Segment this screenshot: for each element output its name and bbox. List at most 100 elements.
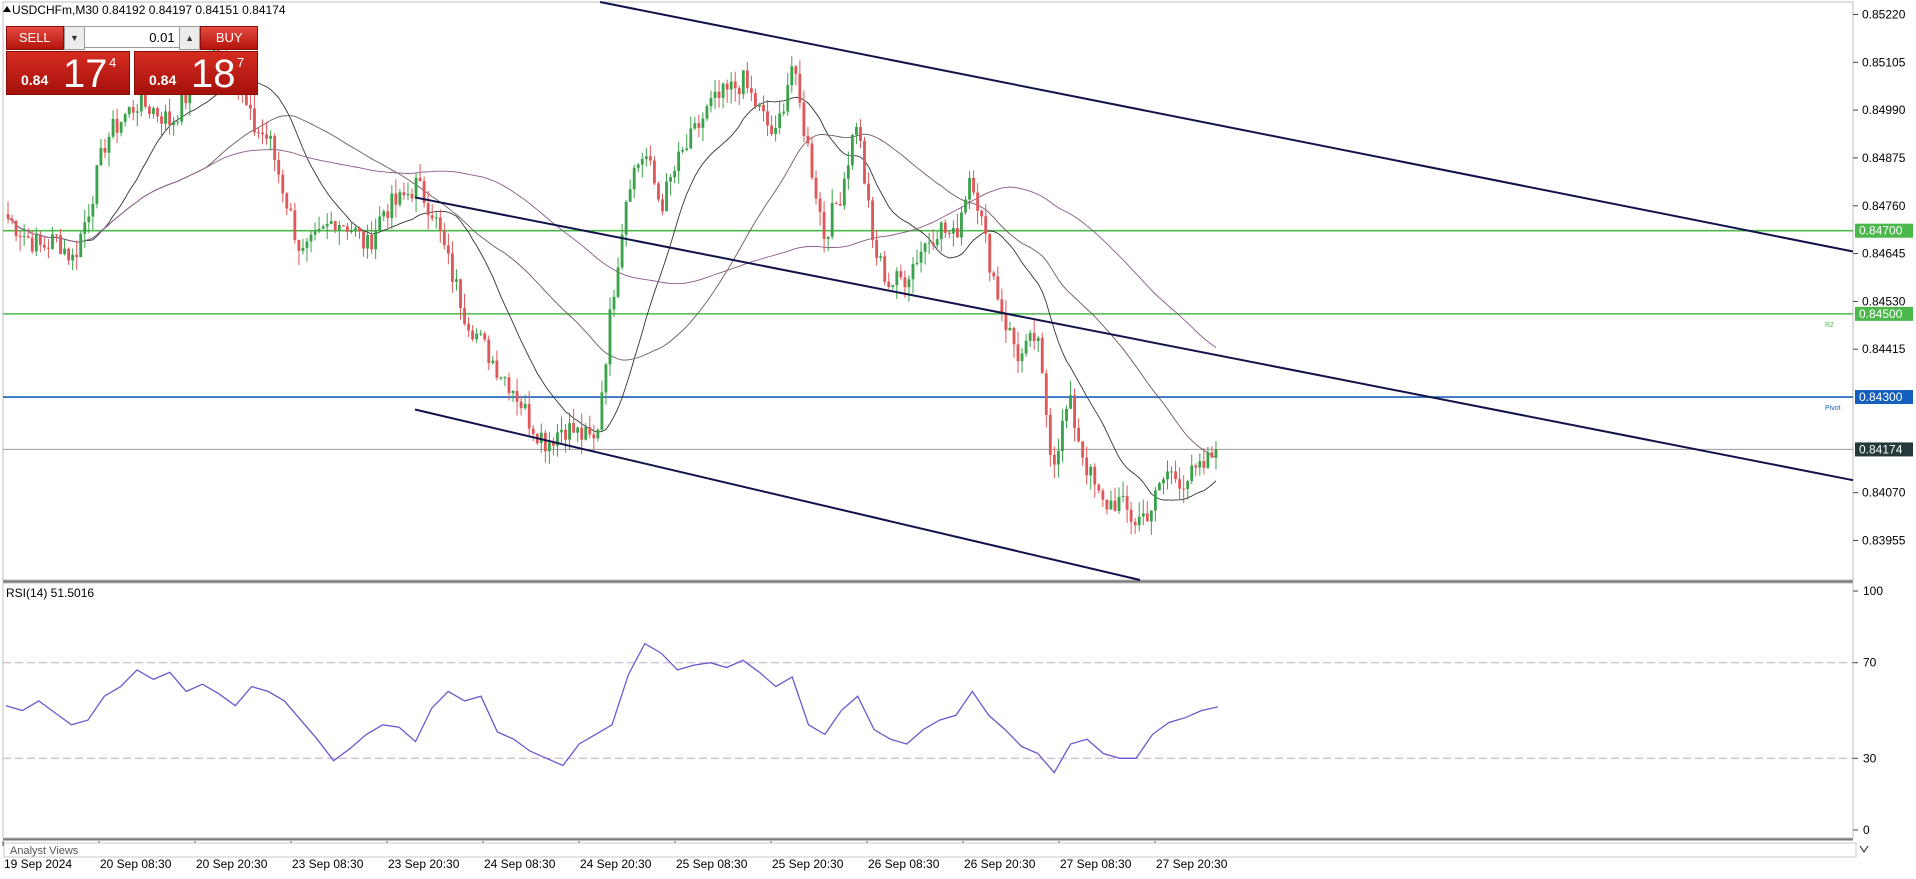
lot-increase-button[interactable]: ▲ bbox=[178, 26, 201, 50]
candle-bull bbox=[325, 224, 329, 227]
candle-bull bbox=[721, 83, 725, 98]
candle-bull bbox=[1153, 490, 1157, 511]
sell-price-fraction: 4 bbox=[109, 55, 117, 70]
candle-bear bbox=[281, 174, 285, 194]
candle-bear bbox=[333, 221, 337, 231]
candle-bear bbox=[1101, 490, 1105, 500]
candle-bull bbox=[729, 81, 733, 90]
candle-bull bbox=[935, 239, 939, 246]
rsi-label: RSI(14) 51.5016 bbox=[6, 586, 94, 600]
candle-bear bbox=[1044, 373, 1048, 415]
candle-bull bbox=[693, 123, 697, 129]
chart-canvas[interactable]: R2 Pivot 0.85220 0.85105 0.84990 0.84875 0.84… bbox=[0, 0, 1916, 874]
candle-bull bbox=[879, 256, 883, 258]
candle-bull bbox=[1158, 483, 1161, 491]
candle-bear bbox=[1174, 471, 1177, 480]
candle-bear bbox=[103, 147, 107, 153]
candle-bear bbox=[467, 323, 470, 331]
candle-bull bbox=[91, 203, 95, 217]
candle-bull bbox=[414, 177, 418, 199]
candle-bear bbox=[1012, 327, 1016, 345]
candle-bull bbox=[71, 254, 75, 261]
candle-bull bbox=[172, 122, 176, 126]
candle-bear bbox=[471, 330, 475, 340]
candle-bull bbox=[1162, 479, 1165, 484]
candle-bull bbox=[939, 222, 943, 240]
current-price-label: 0.84174 bbox=[1859, 442, 1903, 456]
candle-bull bbox=[176, 121, 180, 123]
candle-bear bbox=[867, 183, 870, 201]
candle-bear bbox=[1081, 441, 1085, 458]
candle-bull bbox=[1137, 516, 1141, 526]
candle-bear bbox=[653, 160, 656, 184]
candle-bull bbox=[1036, 337, 1040, 342]
candle-bull bbox=[624, 201, 628, 235]
candle-bear bbox=[802, 102, 806, 136]
candle-bear bbox=[10, 218, 14, 221]
analyst-views-tab[interactable]: Analyst Views bbox=[10, 845, 79, 857]
candle-bear bbox=[293, 210, 297, 240]
candle-bull bbox=[434, 217, 438, 219]
buy-button[interactable]: BUY bbox=[200, 26, 258, 50]
sell-price-button[interactable]: 0.84 17 4 bbox=[6, 51, 130, 96]
candle-bull bbox=[34, 234, 38, 252]
candle-bull bbox=[22, 236, 26, 238]
candle-bull bbox=[669, 177, 672, 182]
candle-bull bbox=[1149, 510, 1153, 522]
candle-bull bbox=[628, 189, 632, 202]
time-tick-label: 25 Sep 08:30 bbox=[676, 857, 748, 871]
level-price-label: 0.84300 bbox=[1859, 390, 1903, 404]
candle-bull bbox=[915, 262, 919, 265]
candle-bear bbox=[661, 199, 664, 212]
sell-button[interactable]: SELL bbox=[6, 26, 64, 50]
sell-price-pips: 17 bbox=[63, 52, 108, 96]
level-tag-label: R2 bbox=[1825, 322, 1834, 329]
candle-bear bbox=[148, 106, 151, 114]
candle-bull bbox=[778, 113, 782, 128]
candle-bear bbox=[527, 404, 531, 429]
lot-size-input[interactable]: 0.01 bbox=[85, 26, 179, 48]
candle-bull bbox=[1190, 465, 1194, 482]
candle-bear bbox=[442, 231, 446, 246]
candle-bull bbox=[366, 234, 369, 249]
candle-bear bbox=[717, 91, 721, 98]
price-tick-label: 0.84415 bbox=[1862, 342, 1906, 356]
candle-bull bbox=[600, 392, 604, 430]
candle-bull bbox=[741, 70, 745, 95]
candle-bear bbox=[822, 211, 826, 239]
time-tick-label: 25 Sep 20:30 bbox=[772, 857, 844, 871]
candle-bull bbox=[1170, 471, 1173, 473]
candle-bear bbox=[519, 401, 523, 409]
rsi-tick-label: 70 bbox=[1863, 656, 1877, 670]
price-tick-label: 0.84760 bbox=[1862, 199, 1906, 213]
level-price-label: 0.84500 bbox=[1859, 307, 1903, 321]
candle-bear bbox=[996, 276, 1000, 300]
candle-bull bbox=[927, 242, 931, 244]
candle-bull bbox=[616, 267, 620, 297]
candle-bear bbox=[972, 177, 975, 193]
candle-bull bbox=[560, 429, 563, 433]
candle-bear bbox=[1129, 509, 1133, 522]
candle-bear bbox=[903, 277, 907, 288]
candle-bull bbox=[891, 285, 895, 287]
candle-bull bbox=[107, 136, 111, 153]
candle-bear bbox=[992, 272, 996, 277]
candle-bear bbox=[984, 216, 988, 234]
lot-decrease-button[interactable]: ▼ bbox=[63, 26, 86, 50]
candle-bull bbox=[1089, 466, 1093, 476]
candle-bear bbox=[6, 214, 10, 219]
buy-price-fraction: 7 bbox=[237, 55, 245, 70]
candle-bull bbox=[1117, 497, 1121, 511]
candle-bear bbox=[18, 236, 22, 238]
buy-price-button[interactable]: 0.84 18 7 bbox=[134, 51, 258, 96]
candle-bull bbox=[491, 360, 495, 364]
candle-bull bbox=[923, 243, 927, 252]
chart-frame[interactable]: R2 Pivot 0.85220 0.85105 0.84990 0.84875 0.84… bbox=[0, 0, 1916, 874]
candle-bear bbox=[875, 240, 879, 258]
candle-bear bbox=[438, 217, 442, 232]
candle-bear bbox=[859, 127, 862, 141]
candle-bull bbox=[321, 226, 325, 229]
candle-bear bbox=[1113, 500, 1117, 511]
candle-bull bbox=[1206, 452, 1210, 468]
candle-bear bbox=[943, 222, 947, 233]
